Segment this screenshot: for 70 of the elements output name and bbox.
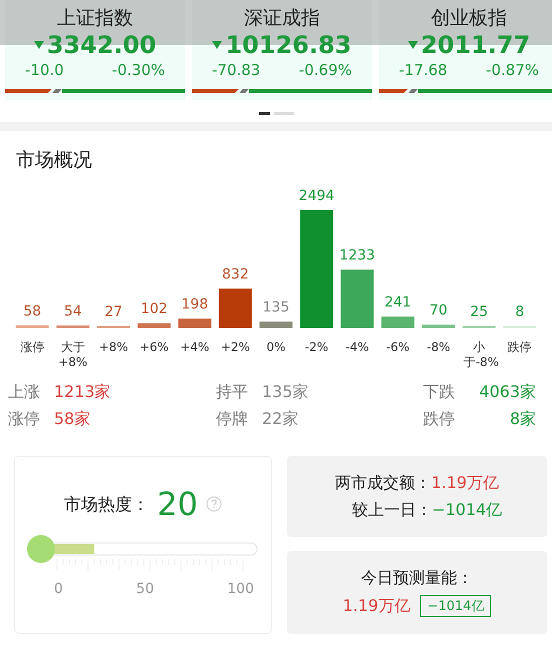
index-percent: -0.69%: [298, 61, 352, 79]
axis-label: 跌停: [506, 340, 533, 355]
bar-value: 2494: [298, 188, 334, 204]
index-change: -10.0: [25, 61, 64, 79]
bar-value: 25: [470, 304, 488, 320]
page-indicator[interactable]: [258, 112, 270, 115]
help-icon[interactable]: [206, 496, 222, 512]
down-triangle-icon: [212, 41, 222, 49]
bar-value: 241: [384, 294, 412, 311]
index-change: -70.83: [212, 61, 260, 79]
stat-value: 8家: [510, 409, 536, 430]
bar-value: 54: [64, 303, 82, 320]
axis-label: +6%: [138, 340, 170, 355]
forecast-delta: −1014亿: [420, 595, 492, 617]
index-price: 10126.83: [225, 31, 352, 59]
stat-value: 4063家: [479, 382, 536, 403]
axis-label: +2%: [220, 340, 251, 355]
index-name: 深证成指: [244, 6, 320, 29]
bar-value: 832: [222, 266, 249, 283]
index-card[interactable]: 上证指数 3342.00 -10.0 -0.30%: [5, 0, 185, 100]
bar-value: 198: [181, 296, 208, 313]
axis-label: -8%: [426, 340, 452, 355]
bar-value: 1233: [339, 248, 376, 264]
turnover-label: 较上一日：: [352, 500, 432, 520]
index-name: 上证指数: [57, 6, 133, 29]
heat-label: 市场热度：: [64, 494, 150, 516]
heat-value: 20: [157, 485, 198, 523]
axis-label: 涨停: [19, 340, 46, 355]
bar-value: 8: [515, 304, 524, 320]
stat-label: 停牌: [216, 409, 248, 430]
stat-label: 跌停: [423, 409, 455, 430]
forecast-value: 1.19万亿: [342, 596, 410, 616]
axis-label: 大于+8%: [57, 340, 88, 370]
down-triangle-icon: [34, 41, 44, 49]
axis-label: +4%: [179, 340, 210, 355]
axis-label: -6%: [385, 340, 411, 355]
stat-label: 下跌: [423, 382, 455, 403]
turnover-label: 两市成交额：: [335, 472, 432, 494]
index-percent: -0.30%: [112, 61, 165, 79]
index-card[interactable]: 创业板指 2011.77 -17.68 -0.87%: [379, 0, 552, 100]
stat-label: 上涨: [8, 382, 40, 403]
bar-value: 70: [430, 302, 448, 319]
scale-label: 50: [136, 581, 154, 597]
scale-label: 0: [54, 581, 63, 597]
stat-value: 22家: [262, 409, 298, 430]
bar-value: 102: [140, 301, 168, 318]
stat-value: 1213家: [54, 382, 111, 403]
section-title: 市场概况: [16, 148, 93, 173]
axis-label: 0%: [265, 340, 286, 355]
forecast-label: 今日预测量能：: [361, 568, 473, 589]
stat-label: 涨停: [8, 409, 40, 430]
turnover-value: −1014亿: [432, 500, 502, 520]
scale-label: 100: [227, 581, 254, 597]
index-name: 创业板指: [431, 6, 507, 29]
bar-value: 27: [104, 304, 122, 320]
down-triangle-icon: [408, 41, 418, 49]
bar-value: 58: [23, 303, 42, 320]
stat-label: 持平: [216, 382, 248, 403]
index-price: 2011.77: [420, 31, 530, 59]
stat-value: 135家: [262, 382, 309, 403]
index-change: -17.68: [399, 61, 448, 79]
index-price: 3342.00: [46, 31, 156, 59]
axis-label: -4%: [344, 340, 370, 355]
stat-value: 58家: [54, 409, 90, 430]
axis-label: +8%: [98, 340, 130, 355]
index-percent: -0.87%: [486, 61, 539, 79]
axis-label: -2%: [304, 340, 330, 355]
turnover-value: 1.19万亿: [431, 472, 499, 494]
index-card[interactable]: 深证成指 10126.83 -70.83 -0.69%: [192, 0, 372, 100]
bar-value: 135: [262, 300, 290, 316]
